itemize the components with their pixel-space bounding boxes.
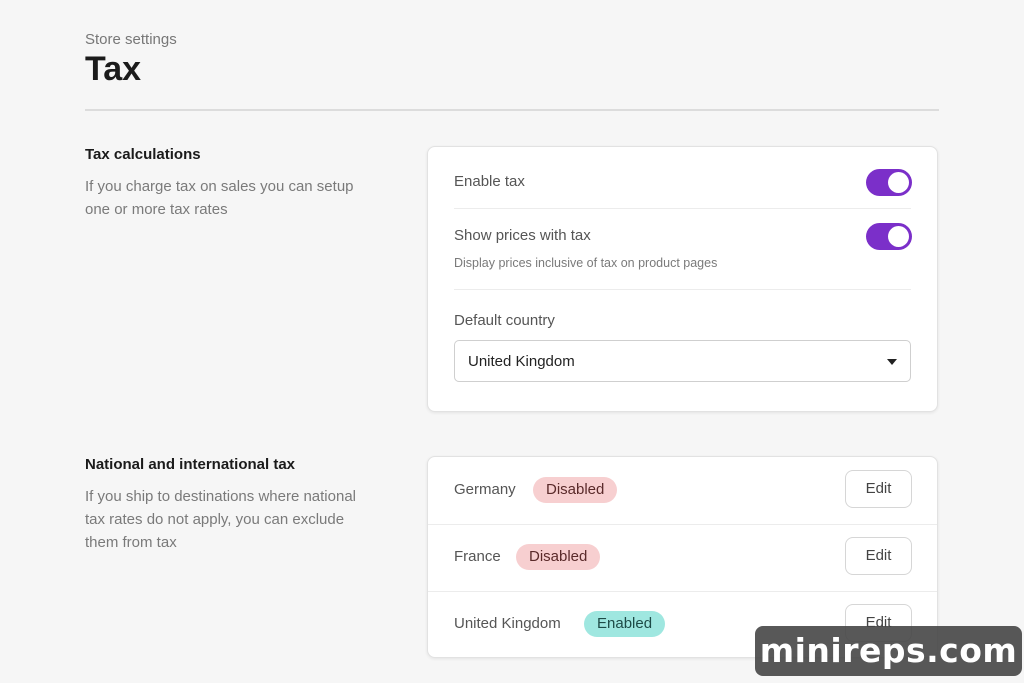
status-badge: Disabled [516,544,601,570]
country-name: Germany [454,481,516,498]
watermark: minireps.com [755,626,1022,676]
enable-tax-label: Enable tax [454,173,525,190]
tax-calculations-description: If you charge tax on sales you can setup… [85,178,354,218]
toggle-knob [888,172,909,193]
tax-calculations-heading: Tax calculations [85,146,201,163]
show-prices-label: Show prices with tax [454,227,591,244]
tax-calculations-card: Enable tax Show prices with tax Display … [427,146,938,412]
country-name: United Kingdom [454,615,561,632]
breadcrumb: Store settings [85,31,177,48]
edit-button[interactable]: Edit [845,537,912,575]
header-divider [85,109,939,111]
table-row: France Disabled Edit [428,524,937,591]
default-country-label: Default country [454,312,555,329]
table-row: Germany Disabled Edit [428,457,937,524]
show-prices-toggle[interactable] [866,223,912,250]
divider [454,289,911,290]
enable-tax-toggle[interactable] [866,169,912,196]
edit-button[interactable]: Edit [845,470,912,508]
divider [454,208,911,209]
toggle-knob [888,226,909,247]
page-title: Tax [85,50,142,88]
country-name: France [454,548,501,565]
status-badge: Enabled [584,611,666,637]
status-badge: Disabled [533,477,618,503]
default-country-value: United Kingdom [468,353,575,370]
chevron-down-icon [887,359,897,365]
national-tax-heading: National and international tax [85,456,296,473]
national-tax-description: If you ship to destinations where nation… [85,488,357,551]
default-country-select[interactable]: United Kingdom [454,340,911,382]
show-prices-help: Display prices inclusive of tax on produ… [454,256,718,270]
